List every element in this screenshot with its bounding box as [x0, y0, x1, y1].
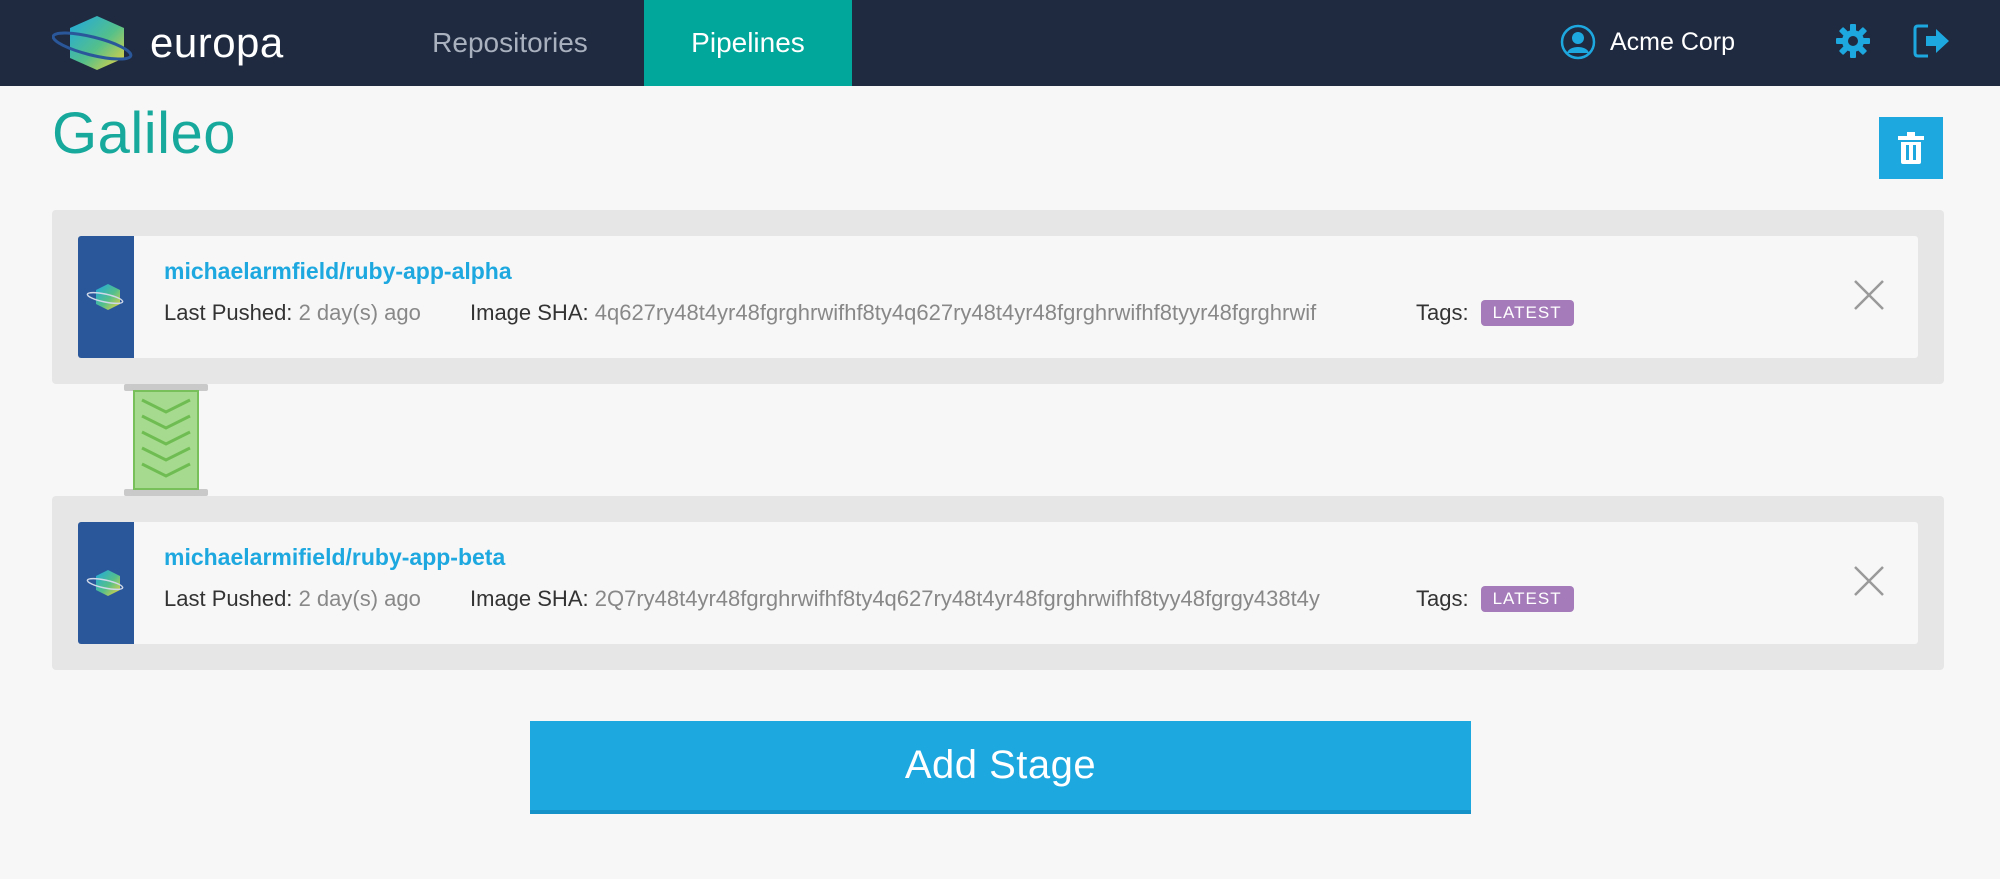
last-pushed: Last Pushed: 2 day(s) ago — [164, 586, 421, 612]
tab-repositories[interactable]: Repositories — [410, 0, 610, 86]
tags: Tags: LATEST — [1416, 300, 1574, 326]
europa-logo-icon — [52, 16, 133, 70]
account-menu[interactable]: Acme Corp — [1560, 20, 1735, 64]
image-sha-label: Image SHA: — [470, 586, 589, 611]
repo-name-link[interactable]: michaelarmifield/ruby-app-beta — [164, 544, 505, 571]
last-pushed-label: Last Pushed: — [164, 586, 293, 611]
add-stage-button[interactable]: Add Stage — [530, 721, 1471, 814]
image-sha: Image SHA: 4q627ry48t4yr48fgrghrwifhf8ty… — [470, 300, 1316, 326]
close-icon[interactable] — [1852, 278, 1886, 312]
repo-name-link[interactable]: michaelarmfield/ruby-app-alpha — [164, 258, 512, 285]
europa-logo[interactable]: europa — [52, 14, 284, 72]
last-pushed-value: 2 day(s) ago — [298, 586, 421, 611]
stage-card: michaelarmifield/ruby-app-beta Last Push… — [78, 522, 1918, 644]
logout-icon[interactable] — [1912, 22, 1952, 60]
stage-card: michaelarmfield/ruby-app-alpha Last Push… — [78, 236, 1918, 358]
user-icon — [1560, 24, 1596, 60]
tags: Tags: LATEST — [1416, 586, 1574, 612]
image-sha: Image SHA: 2Q7ry48t4yr48fgrghrwifhf8ty4q… — [470, 586, 1320, 612]
logo-text: europa — [150, 19, 284, 66]
tag-badge: LATEST — [1480, 586, 1574, 612]
pipeline-stage: michaelarmifield/ruby-app-beta Last Push… — [52, 496, 1944, 670]
delete-pipeline-button[interactable] — [1879, 117, 1943, 179]
last-pushed-label: Last Pushed: — [164, 300, 293, 325]
repo-logo-icon — [86, 284, 124, 310]
close-icon[interactable] — [1852, 564, 1886, 598]
last-pushed-value: 2 day(s) ago — [298, 300, 421, 325]
image-sha-value: 2Q7ry48t4yr48fgrghrwifhf8ty4q627ry48t4yr… — [594, 586, 1320, 611]
top-nav-bar: europa Repositories Pipelines Acme Corp — [0, 0, 2000, 86]
tag-badge: LATEST — [1480, 300, 1574, 326]
repo-logo-icon — [86, 570, 124, 596]
trash-icon — [1898, 132, 1924, 164]
stage-connector-icon — [124, 384, 208, 496]
card-stripe — [78, 236, 134, 358]
tags-label: Tags: — [1416, 586, 1469, 611]
tags-label: Tags: — [1416, 300, 1469, 325]
gear-icon[interactable] — [1834, 22, 1872, 60]
card-stripe — [78, 522, 134, 644]
pipeline-stage: michaelarmfield/ruby-app-alpha Last Push… — [52, 210, 1944, 384]
last-pushed: Last Pushed: 2 day(s) ago — [164, 300, 421, 326]
image-sha-value: 4q627ry48t4yr48fgrghrwifhf8ty4q627ry48t4… — [594, 300, 1317, 325]
image-sha-label: Image SHA: — [470, 300, 589, 325]
account-name: Acme Corp — [1610, 27, 1736, 56]
tab-pipelines[interactable]: Pipelines — [644, 0, 852, 86]
page-title: Galileo — [52, 101, 237, 166]
